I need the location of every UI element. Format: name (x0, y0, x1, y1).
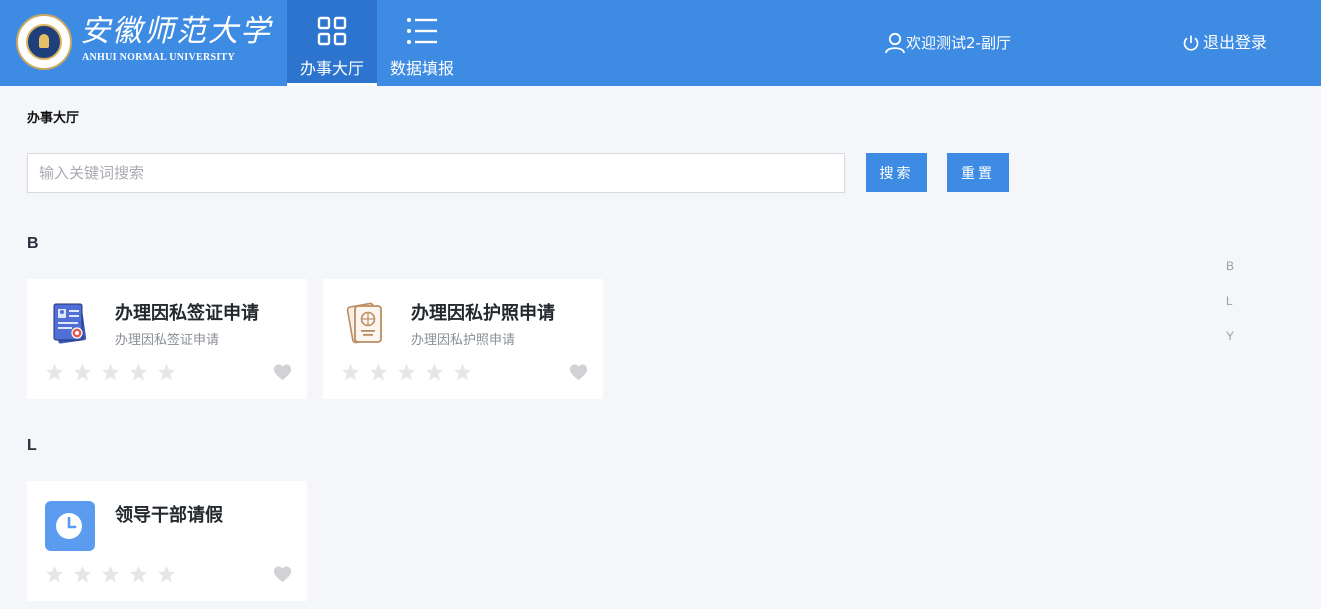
star-icon[interactable] (129, 565, 148, 584)
star-icon[interactable] (101, 565, 120, 584)
logo-chinese-name: 安徽师范大学 (80, 14, 272, 49)
star-rating[interactable] (45, 363, 176, 382)
star-rating[interactable] (45, 565, 176, 584)
user-name-label: 欢迎测试2-副厅 (906, 34, 1011, 52)
nav-tab-label: 办事大厅 (299, 59, 364, 78)
logout-label: 退出登录 (1203, 33, 1268, 52)
card-title: 领导干部请假 (115, 505, 223, 526)
passport-icon (346, 302, 382, 344)
university-seal-icon (16, 14, 72, 70)
star-rating[interactable] (341, 363, 472, 382)
star-icon[interactable] (341, 363, 360, 382)
star-icon[interactable] (425, 363, 444, 382)
university-logo[interactable]: 安徽师范大学 ANHUI NORMAL UNIVERSITY (16, 14, 270, 70)
star-icon[interactable] (397, 363, 416, 382)
grid-icon (317, 16, 347, 46)
heart-icon[interactable] (569, 363, 588, 382)
star-icon[interactable] (73, 565, 92, 584)
service-card[interactable]: 办理因私护照申请 办理因私护照申请 (323, 279, 603, 399)
power-icon (1183, 35, 1199, 51)
star-icon[interactable] (157, 565, 176, 584)
user-icon (885, 32, 905, 54)
reset-button[interactable]: 重置 (947, 153, 1009, 192)
star-icon[interactable] (45, 565, 64, 584)
star-icon[interactable] (45, 363, 64, 382)
card-subtitle: 办理因私护照申请 (411, 333, 516, 348)
heart-icon[interactable] (273, 363, 292, 382)
visa-document-icon (53, 303, 87, 344)
star-icon[interactable] (129, 363, 148, 382)
page-title: 办事大厅 (27, 111, 80, 126)
card-subtitle: 办理因私签证申请 (115, 333, 220, 348)
star-icon[interactable] (369, 363, 388, 382)
star-icon[interactable] (73, 363, 92, 382)
top-header: 安徽师范大学 ANHUI NORMAL UNIVERSITY 办事大厅 数据填报… (0, 0, 1321, 86)
star-icon[interactable] (157, 363, 176, 382)
index-letter-l[interactable]: L (1226, 294, 1233, 308)
search-input[interactable] (27, 153, 845, 193)
nav-tab-data-report[interactable]: 数据填报 (377, 0, 467, 86)
group-letter-heading: L (27, 437, 37, 454)
service-card[interactable]: 领导干部请假 (27, 481, 307, 601)
card-title: 办理因私护照申请 (411, 303, 555, 324)
star-icon[interactable] (101, 363, 120, 382)
nav-tab-service-hall[interactable]: 办事大厅 (287, 0, 377, 86)
index-letter-b[interactable]: B (1226, 259, 1234, 273)
logout-button[interactable]: 退出登录 (1182, 31, 1267, 55)
clock-icon (45, 501, 95, 551)
search-button[interactable]: 搜索 (866, 153, 927, 192)
index-letter-y[interactable]: Y (1226, 329, 1234, 343)
heart-icon[interactable] (273, 565, 292, 584)
user-menu[interactable]: 欢迎测试2-副厅 (884, 31, 1011, 55)
logo-english-name: ANHUI NORMAL UNIVERSITY (82, 52, 236, 63)
group-letter-heading: B (27, 235, 39, 252)
list-icon (407, 18, 437, 44)
service-card[interactable]: 办理因私签证申请 办理因私签证申请 (27, 279, 307, 399)
star-icon[interactable] (453, 363, 472, 382)
nav-tab-label: 数据填报 (389, 59, 454, 78)
card-title: 办理因私签证申请 (115, 303, 259, 324)
